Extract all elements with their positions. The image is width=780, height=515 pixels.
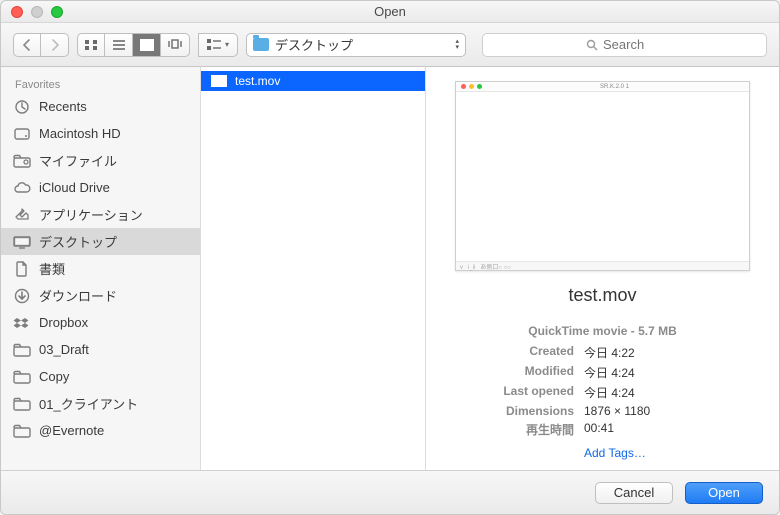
sidebar-item-label: マイファイル: [39, 151, 117, 170]
window-title: Open: [1, 4, 779, 19]
toolbar: ▾ デスクトップ ▴▾: [1, 23, 779, 67]
sidebar-item[interactable]: iCloud Drive: [1, 174, 200, 201]
back-button[interactable]: [13, 33, 41, 57]
cancel-button[interactable]: Cancel: [595, 482, 673, 504]
sidebar-item-label: ダウンロード: [39, 286, 117, 305]
meta-key: Dimensions: [444, 404, 574, 418]
download-icon: [13, 288, 31, 304]
sidebar-item-label: デスクトップ: [39, 232, 117, 251]
main-content: Favorites Recents Macintosh HD マイファイル iClou…: [1, 67, 779, 470]
folder-icon: [13, 396, 31, 412]
clock-icon: [13, 99, 31, 115]
sidebar-item-label: 書類: [39, 259, 65, 278]
meta-value: 今日 4:24: [584, 364, 761, 381]
preview-metadata: QuickTime movie - 5.7 MB Created 今日 4:22 M…: [444, 324, 761, 460]
file-row[interactable]: test.mov: [201, 71, 425, 91]
sidebar-item[interactable]: Macintosh HD: [1, 120, 200, 147]
folder-icon: [253, 38, 269, 51]
file-column[interactable]: test.mov: [201, 67, 426, 470]
arrange-group: ▾: [198, 33, 238, 57]
open-button[interactable]: Open: [685, 482, 763, 504]
sidebar-item-label: Macintosh HD: [39, 126, 121, 141]
preview-filename: test.mov: [568, 285, 636, 306]
sidebar-item-label: iCloud Drive: [39, 180, 110, 195]
folder-icon: [13, 342, 31, 358]
doc-icon: [13, 261, 31, 277]
meta-value: 1876 × 1180: [584, 404, 761, 418]
meta-key: 再生時間: [444, 421, 574, 438]
nav-buttons: [13, 33, 69, 57]
column-view-button[interactable]: [133, 33, 161, 57]
footer: Cancel Open: [1, 470, 779, 514]
arrange-button[interactable]: ▾: [198, 33, 238, 57]
sidebar-item[interactable]: Copy: [1, 363, 200, 390]
sidebar-item-label: Copy: [39, 369, 69, 384]
dropbox-icon: [13, 315, 31, 331]
view-switcher: [77, 33, 190, 57]
preview-thumbnail: SR.K.2.0 1 v i_ii あ側口○ ○○: [455, 81, 750, 271]
sidebar-item[interactable]: 書類: [1, 255, 200, 282]
sidebar[interactable]: Favorites Recents Macintosh HD マイファイル iClou…: [1, 67, 201, 470]
icon-view-button[interactable]: [77, 33, 105, 57]
smartfolder-icon: [13, 153, 31, 169]
folder-icon: [13, 423, 31, 439]
sidebar-item[interactable]: ダウンロード: [1, 282, 200, 309]
add-tags-link[interactable]: Add Tags…: [584, 446, 761, 460]
meta-value: 今日 4:22: [584, 344, 761, 361]
meta-value: 00:41: [584, 421, 761, 438]
forward-button[interactable]: [41, 33, 69, 57]
search-icon: [586, 39, 598, 51]
sidebar-item[interactable]: 01_クライアント: [1, 390, 200, 417]
folder-icon: [13, 369, 31, 385]
coverflow-view-button[interactable]: [161, 33, 190, 57]
preview-type: QuickTime movie - 5.7 MB: [444, 324, 761, 338]
sidebar-item-label: アプリケーション: [39, 205, 143, 224]
titlebar: Open: [1, 1, 779, 23]
file-name: test.mov: [235, 74, 280, 88]
sidebar-item-label: @Evernote: [39, 423, 104, 438]
path-label: デスクトップ: [275, 35, 353, 54]
meta-value: 今日 4:24: [584, 384, 761, 401]
sidebar-item[interactable]: @Evernote: [1, 417, 200, 444]
sidebar-header: Favorites: [1, 75, 200, 93]
apps-icon: [13, 207, 31, 223]
search-field[interactable]: [482, 33, 767, 57]
stepper-icon: ▴▾: [456, 39, 460, 51]
open-dialog: Open: [0, 0, 780, 515]
sidebar-item[interactable]: デスクトップ: [1, 228, 200, 255]
sidebar-item[interactable]: Dropbox: [1, 309, 200, 336]
desktop-icon: [13, 234, 31, 250]
sidebar-item-label: 03_Draft: [39, 342, 89, 357]
sidebar-item[interactable]: マイファイル: [1, 147, 200, 174]
sidebar-item[interactable]: Recents: [1, 93, 200, 120]
list-view-button[interactable]: [105, 33, 133, 57]
hdd-icon: [13, 126, 31, 142]
meta-key: Modified: [444, 364, 574, 381]
sidebar-item-label: Dropbox: [39, 315, 88, 330]
preview-pane: SR.K.2.0 1 v i_ii あ側口○ ○○ test.mov Quick…: [426, 67, 779, 470]
meta-key: Created: [444, 344, 574, 361]
sidebar-item-label: 01_クライアント: [39, 394, 138, 413]
sidebar-item[interactable]: アプリケーション: [1, 201, 200, 228]
search-input[interactable]: [603, 37, 663, 52]
chevron-down-icon: ▾: [225, 40, 229, 49]
file-thumb-icon: [211, 75, 227, 87]
sidebar-item-label: Recents: [39, 99, 87, 114]
cloud-icon: [13, 180, 31, 196]
path-popup[interactable]: デスクトップ ▴▾: [246, 33, 466, 57]
sidebar-item[interactable]: 03_Draft: [1, 336, 200, 363]
meta-key: Last opened: [444, 384, 574, 401]
